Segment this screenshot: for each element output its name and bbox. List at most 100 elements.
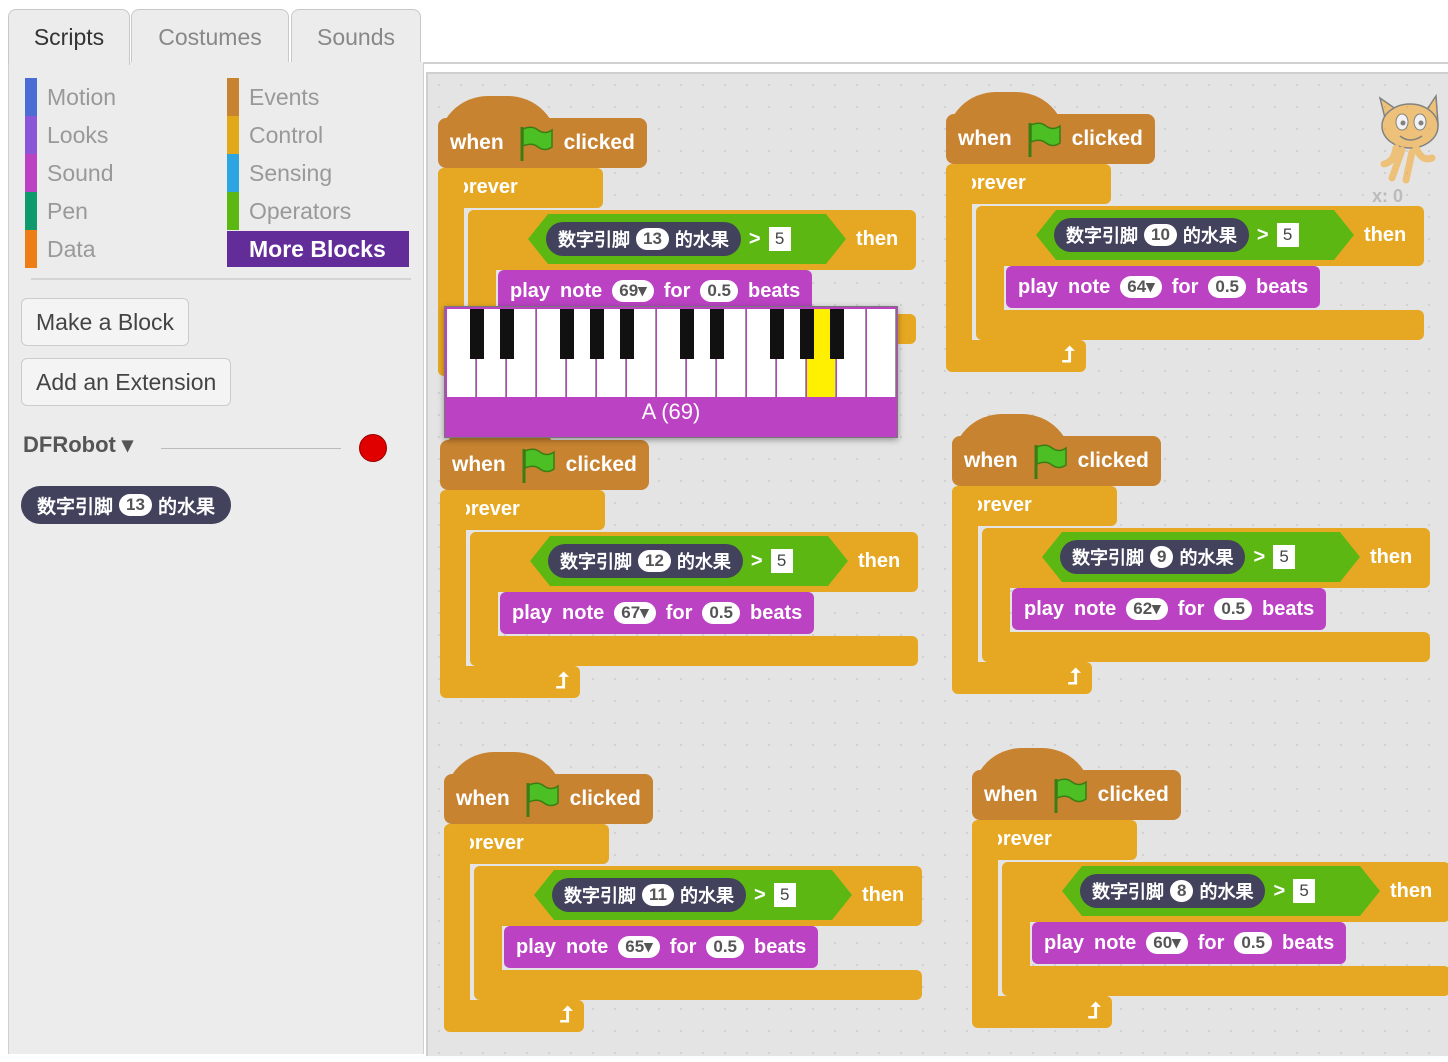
piano-black-key[interactable] [710,309,724,359]
digital-pin-reporter[interactable]: 数字引脚 12 的水果 [548,544,743,578]
piano-black-key[interactable] [800,309,814,359]
note-dropdown[interactable]: 69▾ [612,280,654,302]
threshold-input[interactable]: 5 [774,883,796,907]
note-text: note [560,279,603,302]
tab-costumes[interactable]: Costumes [131,9,289,65]
beats-input[interactable]: 0.5 [706,936,745,958]
category-events[interactable]: Events [227,78,319,116]
category-looks[interactable]: Looks [25,116,109,154]
gt-symbol: > [1273,879,1286,902]
when-text: when [452,453,506,476]
pin-input[interactable]: 8 [1170,880,1193,902]
tab-sounds[interactable]: Sounds [291,9,421,65]
threshold-input[interactable]: 5 [771,549,793,573]
events-swatch [227,78,239,116]
play-note-block[interactable]: play note 62▾ for 0.5 beats [1012,588,1327,630]
play-note-block[interactable]: play note 65▾ for 0.5 beats [504,926,819,968]
threshold-input[interactable]: 5 [1273,545,1295,569]
play-note-block[interactable]: play note 60▾ for 0.5 beats [1032,922,1347,964]
extension-dropdown[interactable]: DFRobot ▾ [23,432,133,458]
threshold-input[interactable]: 5 [769,227,791,251]
gt-symbol: > [750,549,763,572]
if-block-bottom [1002,966,1448,996]
pen-swatch [25,192,37,230]
green-flag-script[interactable]: when clicked forever ⮥ if 数字引脚 8 的水果 > 5… [972,748,1448,1058]
threshold-input[interactable]: 5 [1293,879,1315,903]
play-note-block[interactable]: play note 64▾ for 0.5 beats [1006,266,1321,308]
digital-pin-reporter-block[interactable]: 数字引脚 13 的水果 [21,486,231,524]
if-block-bottom [474,970,922,1000]
digital-pin-reporter[interactable]: 数字引脚 9 的水果 [1060,540,1245,574]
category-control[interactable]: Control [227,116,323,154]
category-label: Looks [47,121,109,148]
greater-than-operator[interactable]: 数字引脚 9 的水果 > 5 [1042,532,1360,582]
beats-input[interactable]: 0.5 [1234,932,1273,954]
beats-input[interactable]: 0.5 [700,280,739,302]
reporter-suffix: 的水果 [1199,882,1254,902]
piano-black-key[interactable] [770,309,784,359]
piano-black-key[interactable] [620,309,634,359]
beats-input[interactable]: 0.5 [702,602,741,624]
pin-input[interactable]: 13 [119,494,152,516]
when-flag-clicked-block[interactable]: when clicked [444,774,653,824]
digital-pin-reporter[interactable]: 数字引脚 10 的水果 [1054,218,1249,252]
for-text: for [669,935,697,958]
when-flag-clicked-block[interactable]: when clicked [438,118,647,168]
piano-white-key[interactable] [867,309,896,397]
forever-block-arm [972,820,998,1020]
piano-black-key[interactable] [500,309,514,359]
tab-scripts[interactable]: Scripts [8,9,130,65]
piano-black-key[interactable] [590,309,604,359]
category-sound[interactable]: Sound [25,154,114,192]
motion-swatch [25,78,37,116]
pin-input[interactable]: 11 [642,884,674,906]
when-flag-clicked-block[interactable]: when clicked [952,436,1161,486]
note-dropdown[interactable]: 60▾ [1146,932,1188,954]
piano-black-key[interactable] [470,309,484,359]
greater-than-operator[interactable]: 数字引脚 13 的水果 > 5 [528,214,846,264]
greater-than-operator[interactable]: 数字引脚 10 的水果 > 5 [1036,210,1354,260]
note-dropdown[interactable]: 64▾ [1120,276,1162,298]
category-motion[interactable]: Motion [25,78,116,116]
pin-input[interactable]: 13 [636,228,669,250]
play-text: play [512,601,553,624]
note-dropdown[interactable]: 62▾ [1126,598,1168,620]
piano-black-key[interactable] [680,309,694,359]
piano-black-key[interactable] [830,309,844,359]
category-pen[interactable]: Pen [25,192,88,230]
green-flag-script[interactable]: when clicked forever ⮥ if 数字引脚 9 的水果 > 5… [952,414,1432,724]
digital-pin-reporter[interactable]: 数字引脚 11 的水果 [552,878,746,912]
greater-than-operator[interactable]: 数字引脚 8 的水果 > 5 [1062,866,1380,916]
digital-pin-reporter[interactable]: 数字引脚 8 的水果 [1080,874,1265,908]
note-dropdown[interactable]: 65▾ [618,936,660,958]
category-more-blocks[interactable]: More Blocks [227,231,409,267]
make-block-button[interactable]: Make a Block [21,298,190,346]
digital-pin-reporter[interactable]: 数字引脚 13 的水果 [546,222,741,256]
category-data[interactable]: Data [25,230,96,268]
green-flag-icon [522,448,555,483]
pin-input[interactable]: 12 [638,550,671,572]
beats-input[interactable]: 0.5 [1214,598,1253,620]
greater-than-operator[interactable]: 数字引脚 12 的水果 > 5 [530,536,848,586]
when-text: when [964,449,1018,472]
threshold-input[interactable]: 5 [1277,223,1299,247]
greater-than-operator[interactable]: 数字引脚 11 的水果 > 5 [534,870,852,920]
beats-input[interactable]: 0.5 [1208,276,1247,298]
category-label: More Blocks [249,235,386,262]
add-extension-button[interactable]: Add an Extension [21,358,232,406]
green-flag-script[interactable]: when clicked forever ⮥ if 数字引脚 11 的水果 > … [444,752,924,1062]
play-note-block[interactable]: play note 67▾ for 0.5 beats [500,592,815,634]
green-flag-script[interactable]: when clicked forever ⮥ if 数字引脚 12 的水果 > … [440,418,920,728]
when-flag-clicked-block[interactable]: when clicked [440,440,649,490]
when-flag-clicked-block[interactable]: when clicked [972,770,1181,820]
pin-input[interactable]: 10 [1144,224,1177,246]
reporter-suffix: 的水果 [1182,226,1237,246]
category-sensing[interactable]: Sensing [227,154,332,192]
green-flag-script[interactable]: when clicked forever ⮥ if 数字引脚 10 的水果 > … [946,92,1426,402]
note-dropdown[interactable]: 67▾ [614,602,656,624]
pin-input[interactable]: 9 [1150,546,1173,568]
when-flag-clicked-block[interactable]: when clicked [946,114,1155,164]
category-operators[interactable]: Operators [227,192,351,230]
if-block-bottom [982,632,1430,662]
piano-black-key[interactable] [560,309,574,359]
